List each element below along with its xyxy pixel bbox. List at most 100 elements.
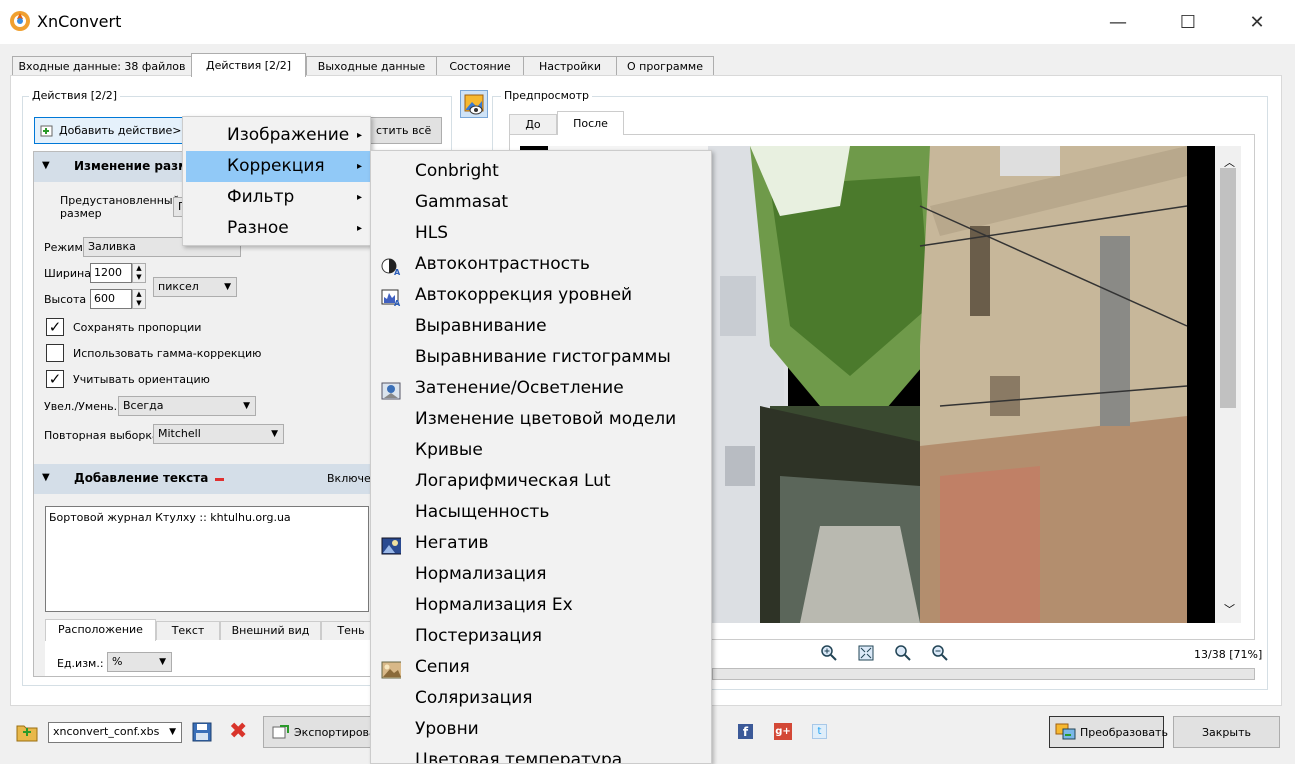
preview-progress-bar <box>712 668 1255 680</box>
subtab-shadow[interactable]: Тень <box>321 621 372 640</box>
zoom-out-icon[interactable] <box>931 644 949 662</box>
submenu-item-posterize[interactable]: Постеризация <box>371 621 711 652</box>
submenu-item-saturation[interactable]: Насыщенность <box>371 497 711 528</box>
submenu-item-levels[interactable]: Уровни <box>371 714 711 745</box>
width-input[interactable]: 1200 <box>90 263 132 283</box>
preview-toggle-button[interactable] <box>460 90 488 118</box>
width-value: 1200 <box>94 266 122 279</box>
submenu-item-label: Сепия <box>415 657 470 677</box>
convert-button[interactable]: Преобразовать <box>1049 716 1168 748</box>
subtab-position[interactable]: Расположение <box>45 619 156 641</box>
enlarge-select[interactable]: Всегда ▼ <box>118 396 256 416</box>
text-content-input[interactable]: Бортовой журнал Ктулху :: khtulhu.org.ua <box>45 506 369 612</box>
submenu-item-equalize[interactable]: Выравнивание <box>371 311 711 342</box>
menu-item-label: Фильтр <box>227 187 295 207</box>
text-section-header[interactable]: ▼ Добавление текста Включен <box>34 464 372 494</box>
height-spin-button[interactable]: ▲ ▼ <box>132 289 146 309</box>
submenu-item-hls[interactable]: HLS <box>371 218 711 249</box>
submenu-item-curves[interactable]: Кривые <box>371 435 711 466</box>
submenu-item-label: Цветовая температура <box>415 750 623 764</box>
delete-icon[interactable]: ✖ <box>229 721 249 743</box>
config-file-select[interactable]: xnconvert_conf.xbs ▼ <box>48 722 182 743</box>
chevron-down-icon: ▼ <box>169 727 176 737</box>
submenu-item-histogram-equalize[interactable]: Выравнивание гистограммы <box>371 342 711 373</box>
zoom-icon[interactable] <box>894 644 912 662</box>
height-label: Высота <box>44 293 87 306</box>
submenu-item-normalize-ex[interactable]: Нормализация Ex <box>371 590 711 621</box>
spin-up-icon: ▲ <box>136 264 142 272</box>
checkmark-icon: ✓ <box>48 318 62 336</box>
add-action-label: Добавить действие> <box>59 124 182 137</box>
tab-output[interactable]: Выходные данные <box>306 56 437 76</box>
menu-item-filter[interactable]: Фильтр ▸ <box>183 182 370 213</box>
fit-to-window-icon[interactable] <box>857 644 875 662</box>
submenu-item-color-temperature[interactable]: Цветовая температура <box>371 745 711 764</box>
submenu-item-autocontrast[interactable]: A Автоконтрастность <box>371 249 711 280</box>
twitter-icon[interactable]: t <box>812 724 827 739</box>
tab-input[interactable]: Входные данные: 38 файлов <box>12 56 192 76</box>
unit-label: Ед.изм.: <box>57 657 104 670</box>
submenu-item-color-model[interactable]: Изменение цветовой модели <box>371 404 711 435</box>
preview-scrollbar[interactable]: ︿ ﹀ <box>1215 146 1241 623</box>
close-window-button[interactable]: ✕ <box>1234 0 1280 44</box>
subtab-text[interactable]: Текст <box>156 621 220 640</box>
keep-ratio-label: Сохранять пропорции <box>73 321 202 334</box>
text-unit-select[interactable]: % ▼ <box>107 652 172 672</box>
submenu-item-shadow-highlight[interactable]: Затенение/Осветление <box>371 373 711 404</box>
svg-text:A: A <box>394 268 401 276</box>
tab-after[interactable]: После <box>557 111 624 135</box>
tab-status[interactable]: Состояние <box>436 56 524 76</box>
google-plus-icon[interactable]: g+ <box>774 723 792 740</box>
shadow-highlight-icon <box>381 380 401 400</box>
scrollbar-thumb[interactable] <box>1220 168 1236 408</box>
add-action-button[interactable]: Добавить действие> <box>34 117 184 144</box>
preset-label-2: размер <box>60 207 102 220</box>
submenu-item-conbright[interactable]: Conbright <box>371 156 711 187</box>
maximize-button[interactable]: ☐ <box>1165 0 1211 44</box>
save-icon[interactable] <box>191 721 213 743</box>
maximize-icon: ☐ <box>1179 11 1197 33</box>
zoom-in-icon[interactable] <box>820 644 838 662</box>
keep-ratio-checkbox[interactable]: ✓ <box>46 318 64 336</box>
text-subtabs: Расположение Текст Внешний вид Тень <box>45 619 372 641</box>
resample-value: Mitchell <box>158 427 201 440</box>
enlarge-label: Увел./Умень. <box>44 400 118 413</box>
tab-about[interactable]: О программе <box>616 56 714 76</box>
export-button[interactable]: Экспортировать <box>263 716 389 748</box>
menu-item-misc[interactable]: Разное ▸ <box>183 213 370 244</box>
tab-settings[interactable]: Настройки <box>523 56 617 76</box>
close-button[interactable]: Закрыть <box>1173 716 1280 748</box>
minimize-icon: — <box>1109 11 1127 33</box>
submenu-item-sepia[interactable]: Сепия <box>371 652 711 683</box>
unit-select[interactable]: пиксел ▼ <box>153 277 237 297</box>
menu-item-image[interactable]: Изображение ▸ <box>183 120 370 151</box>
tab-actions[interactable]: Действия [2/2] <box>191 53 306 77</box>
height-value: 600 <box>94 292 115 305</box>
spin-down-icon: ▼ <box>136 299 142 307</box>
submenu-item-solarize[interactable]: Соляризация <box>371 683 711 714</box>
negative-icon <box>381 535 403 555</box>
remove-action-icon[interactable] <box>215 478 224 481</box>
gamma-label: Использовать гамма-коррекцию <box>73 347 262 360</box>
width-spin-button[interactable]: ▲ ▼ <box>132 263 146 283</box>
scroll-down-icon[interactable]: ﹀ <box>1224 601 1235 617</box>
resample-select[interactable]: Mitchell ▼ <box>153 424 284 444</box>
menu-item-label: Изображение <box>227 125 350 145</box>
menu-item-correction[interactable]: Коррекция ▸ <box>186 151 370 182</box>
submenu-item-negative[interactable]: Негатив <box>371 528 711 559</box>
submenu-item-autolevels[interactable]: A Автокоррекция уровней <box>371 280 711 311</box>
tab-before[interactable]: До <box>509 114 557 134</box>
open-folder-icon[interactable] <box>15 720 39 744</box>
submenu-item-log-lut[interactable]: Логарифмическая Lut <box>371 466 711 497</box>
orientation-checkbox[interactable]: ✓ <box>46 370 64 388</box>
submenu-item-normalize[interactable]: Нормализация <box>371 559 711 590</box>
minimize-button[interactable]: — <box>1095 0 1141 44</box>
facebook-icon[interactable]: f <box>738 724 753 739</box>
height-input[interactable]: 600 <box>90 289 132 309</box>
submenu-item-gammasat[interactable]: Gammasat <box>371 187 711 218</box>
svg-text:A: A <box>394 299 401 307</box>
clear-all-button[interactable]: стить всё <box>365 117 442 144</box>
gamma-checkbox[interactable] <box>46 344 64 362</box>
submenu-item-label: Выравнивание <box>415 316 547 336</box>
subtab-appearance[interactable]: Внешний вид <box>220 621 321 640</box>
